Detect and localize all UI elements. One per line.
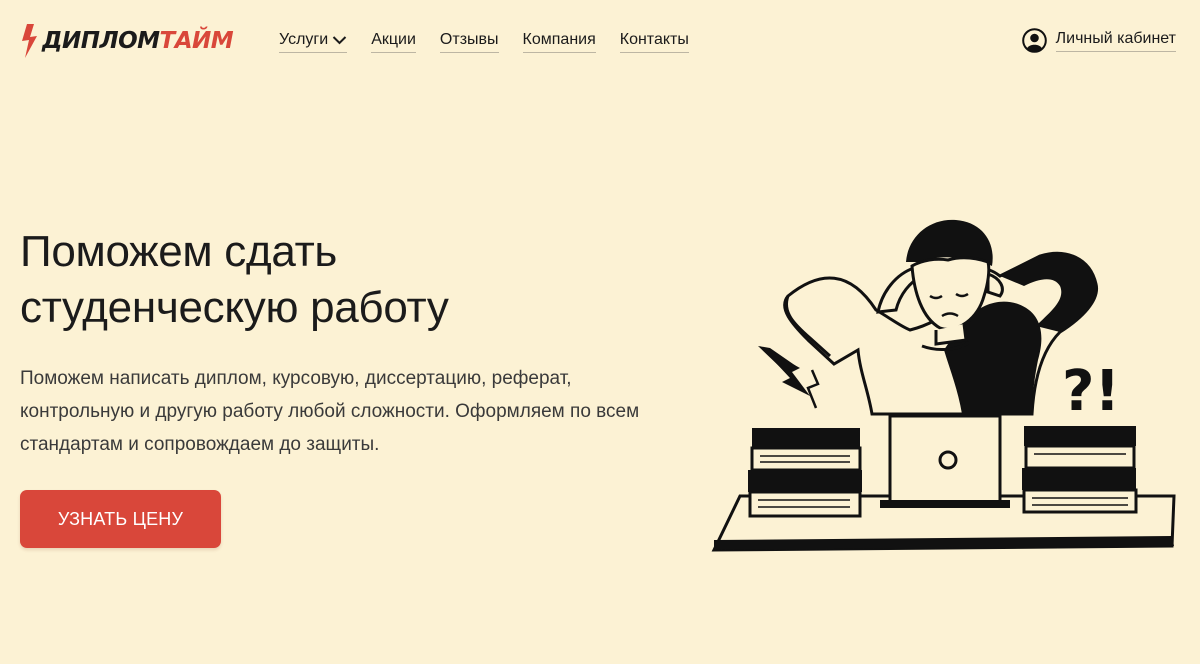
nav-item-company[interactable]: Компания bbox=[522, 30, 596, 53]
nav-item-label: Услуги bbox=[279, 31, 329, 48]
hero-title-line-2: студенческую работу bbox=[20, 283, 449, 332]
left-book-stack bbox=[748, 428, 862, 518]
logo-text: ДИПЛОМТАЙМ bbox=[42, 27, 234, 54]
stressed-student-illustration: ?! bbox=[711, 219, 1176, 552]
hero-title-line-1: Поможем сдать bbox=[20, 227, 338, 276]
account-label: Личный кабинет bbox=[1055, 29, 1176, 52]
nav-item-contacts[interactable]: Контакты bbox=[619, 30, 689, 53]
main-nav: Услуги Акции Отзывы Компания Контакты bbox=[279, 30, 689, 53]
nav-item-label: Отзывы bbox=[439, 31, 499, 48]
hero-description: Поможем написать диплом, курсовую, диссе… bbox=[20, 368, 640, 455]
nav-item-label: Компания bbox=[522, 31, 596, 48]
nav-item-label: Акции bbox=[371, 31, 416, 48]
nav-item-reviews[interactable]: Отзывы bbox=[439, 30, 499, 53]
lightning-logo-icon bbox=[22, 24, 37, 58]
hero-title: Поможем сдать студенческую работу bbox=[20, 224, 640, 336]
laptop bbox=[880, 414, 1010, 508]
nav-item-services[interactable]: Услуги bbox=[279, 30, 348, 53]
nav-item-promotions[interactable]: Акции bbox=[371, 30, 416, 53]
right-book-stack bbox=[1022, 426, 1138, 514]
nav-item-label: Контакты bbox=[619, 31, 689, 48]
user-icon bbox=[1021, 28, 1047, 53]
logo[interactable]: ДИПЛОМТАЙМ bbox=[20, 24, 234, 58]
get-price-button[interactable]: УЗНАТЬ ЦЕНУ bbox=[20, 490, 221, 548]
question-exclamation-marks: ?! bbox=[1062, 359, 1120, 424]
account-link[interactable]: Личный кабинет bbox=[1021, 28, 1176, 53]
lightning-small-icon bbox=[806, 369, 820, 409]
chevron-down-icon bbox=[332, 35, 347, 44]
site-header: ДИПЛОМТАЙМ Услуги Акции Отзывы Компания … bbox=[0, 0, 1200, 82]
